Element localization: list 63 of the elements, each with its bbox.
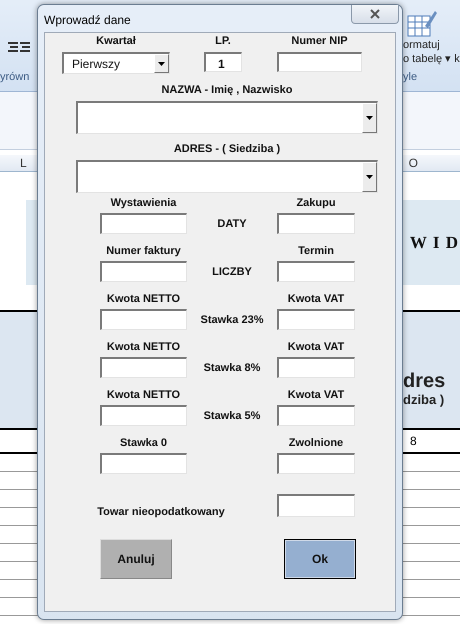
input-field[interactable] — [277, 213, 355, 234]
field-label: Kwota NETTO — [106, 341, 182, 355]
field-label: Kwota VAT — [286, 293, 346, 307]
field-label: Kwota VAT — [286, 389, 346, 403]
caret-icon — [158, 62, 165, 66]
section-label: LICZBY — [211, 266, 253, 278]
input-field[interactable] — [277, 405, 355, 426]
input-field[interactable] — [277, 261, 355, 282]
cancel-button[interactable]: Anuluj — [100, 539, 172, 579]
dropdown-button[interactable] — [154, 54, 169, 73]
section-label: Stawka 23% — [200, 314, 264, 326]
caret-icon — [366, 116, 373, 120]
input-field[interactable] — [277, 309, 355, 330]
input-field[interactable] — [277, 494, 355, 517]
field-label: Numer faktury — [105, 245, 182, 259]
input-field[interactable] — [277, 52, 362, 72]
close-icon — [369, 9, 381, 19]
input-field[interactable] — [100, 261, 187, 282]
section-label: Stawka 5% — [202, 410, 262, 422]
caret-icon — [366, 175, 373, 179]
input-field[interactable]: 1 — [204, 52, 242, 72]
input-field[interactable] — [100, 309, 187, 330]
section-label: Stawka 8% — [202, 362, 262, 374]
combo-box[interactable] — [76, 101, 378, 134]
header-text: dziba ) — [403, 392, 446, 407]
column-header: L — [20, 156, 27, 170]
field-label: Kwota NETTO — [106, 293, 182, 307]
field-label: NAZWA - Imię , Nazwisko — [160, 84, 294, 97]
field-label: Kwota NETTO — [106, 389, 182, 403]
dropdown-button[interactable] — [362, 162, 377, 192]
field-label: Termin — [297, 245, 335, 259]
column-number: 8 — [410, 434, 418, 448]
table-brush-icon — [407, 8, 437, 38]
input-field[interactable] — [100, 213, 187, 234]
column-header: O — [408, 156, 418, 170]
ribbon-group-label: yrówn — [0, 71, 30, 85]
input-field[interactable] — [100, 357, 187, 378]
field-label: Towar nieopodatkowany — [96, 505, 226, 519]
window-title: Wprowadź dane — [44, 13, 131, 27]
dropdown-button[interactable] — [362, 103, 377, 133]
field-label: Zakupu — [295, 197, 337, 211]
field-label: LP. — [214, 35, 232, 48]
format-table-button[interactable]: ormatuj o tabelę ▾ k — [403, 0, 460, 66]
ok-button[interactable]: Ok — [284, 539, 356, 579]
section-label: DATY — [216, 218, 248, 230]
input-field[interactable] — [277, 357, 355, 378]
input-field[interactable] — [100, 405, 187, 426]
field-label: Kwota VAT — [286, 341, 346, 355]
field-label: Kwartał — [95, 35, 137, 48]
field-label: ADRES - ( Siedziba ) — [172, 143, 282, 156]
combo-box[interactable] — [76, 160, 378, 193]
input-field[interactable] — [100, 453, 187, 474]
sheet-title: W I D — [410, 232, 460, 252]
align-icon — [6, 40, 32, 54]
close-button[interactable] — [351, 5, 399, 24]
dropdown-field[interactable]: Pierwszy — [62, 52, 170, 74]
field-label: Numer NIP — [290, 35, 349, 48]
input-field[interactable] — [277, 453, 355, 474]
header-text: dres — [403, 370, 446, 392]
field-label: Stawka 0 — [118, 437, 168, 451]
field-label: Wystawienia — [110, 197, 178, 211]
ribbon-group-label: yle — [403, 71, 418, 85]
field-label: Zwolnione — [288, 437, 344, 451]
